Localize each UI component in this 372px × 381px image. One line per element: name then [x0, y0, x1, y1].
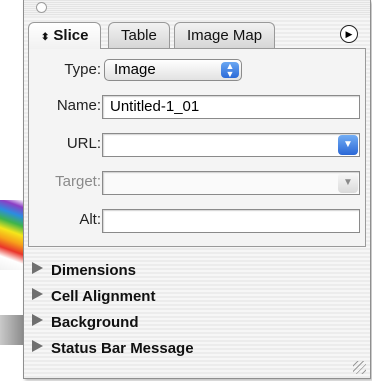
tab-slice-label: Slice	[53, 27, 89, 44]
type-popup[interactable]: Image ▲ ▼	[104, 59, 242, 81]
background-shadow	[0, 315, 24, 345]
name-field[interactable]: Untitled-1_01	[102, 95, 360, 119]
slice-panel: Type: Image ▲ ▼ Name: Untitled-1_01 URL: …	[28, 48, 366, 247]
section-status-bar-message[interactable]: Status Bar Message	[32, 336, 362, 362]
background-image-fragment	[0, 200, 24, 270]
section-cell-alignment-label: Cell Alignment	[51, 288, 156, 305]
disclosure-triangle-icon	[32, 314, 43, 326]
target-combo[interactable]: ▼	[102, 171, 360, 195]
slice-palette: ⬍ Slice Table Image Map ▶ Type: Image ▲ ▼ …	[23, 0, 371, 379]
url-combo[interactable]: ▼	[102, 133, 360, 157]
tab-table[interactable]: Table	[108, 22, 170, 48]
options-arrow-icon[interactable]: ▶	[340, 25, 358, 43]
collapsible-sections: Dimensions Cell Alignment Background Sta…	[32, 258, 362, 362]
alt-label: Alt:	[79, 211, 101, 228]
section-dimensions-label: Dimensions	[51, 262, 137, 279]
tab-image-map-label: Image Map	[187, 27, 263, 44]
target-row: Target: ▼	[29, 167, 365, 197]
type-value: Image	[114, 61, 156, 78]
name-value: Untitled-1_01	[110, 98, 200, 115]
section-status-bar-message-label: Status Bar Message	[51, 340, 194, 357]
tab-slice[interactable]: ⬍ Slice	[28, 22, 102, 49]
url-label: URL:	[66, 135, 101, 152]
type-row: Type: Image ▲ ▼	[29, 55, 365, 85]
section-dimensions[interactable]: Dimensions	[32, 258, 362, 284]
up-down-arrows-icon: ⬍	[41, 32, 50, 43]
chevron-down-icon[interactable]: ▼	[338, 135, 358, 155]
close-icon[interactable]	[36, 2, 47, 13]
tab-table-label: Table	[121, 27, 157, 44]
palette-title-strip[interactable]	[24, 0, 370, 16]
type-label: Type:	[64, 61, 101, 78]
chevron-down-icon[interactable]: ▼	[338, 173, 358, 193]
section-cell-alignment[interactable]: Cell Alignment	[32, 284, 362, 310]
url-row: URL: ▼	[29, 129, 365, 159]
tab-bar: ⬍ Slice Table Image Map	[28, 22, 348, 49]
target-label: Target:	[55, 173, 101, 190]
disclosure-triangle-icon	[32, 262, 43, 274]
section-background[interactable]: Background	[32, 310, 362, 336]
disclosure-triangle-icon	[32, 340, 43, 352]
name-row: Name: Untitled-1_01	[29, 91, 365, 121]
section-background-label: Background	[51, 314, 139, 331]
popup-arrows-icon: ▲ ▼	[221, 62, 239, 79]
resize-grip-icon[interactable]	[353, 361, 366, 374]
name-label: Name:	[56, 97, 101, 114]
alt-row: Alt:	[29, 205, 365, 235]
tab-image-map[interactable]: Image Map	[174, 22, 276, 48]
alt-field[interactable]	[102, 209, 360, 233]
disclosure-triangle-icon	[32, 288, 43, 300]
